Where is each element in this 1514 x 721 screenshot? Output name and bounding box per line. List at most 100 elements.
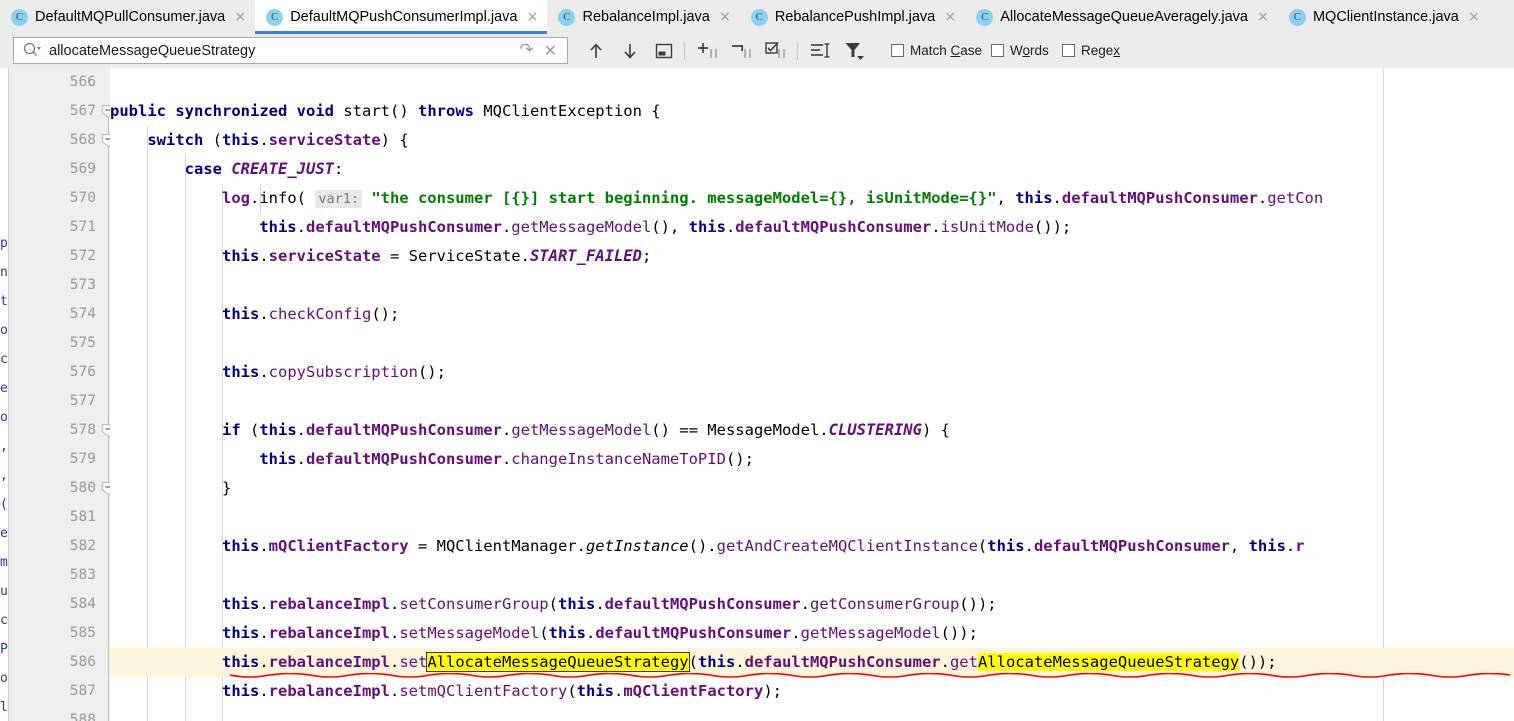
code-line[interactable] xyxy=(110,329,1514,358)
find-next-button[interactable] xyxy=(617,38,642,63)
code-line[interactable]: } xyxy=(110,474,1514,503)
close-icon[interactable]: × xyxy=(1257,10,1269,24)
regex-checkbox-box[interactable] xyxy=(1062,44,1075,57)
sliver-glyph: o xyxy=(0,323,8,338)
close-icon[interactable]: × xyxy=(944,10,956,24)
search-icon[interactable] xyxy=(22,41,41,60)
line-number: 588 xyxy=(69,712,96,721)
line-number: 573 xyxy=(69,277,96,293)
line-number: 586 xyxy=(69,654,96,670)
match-case-checkbox[interactable]: Match Case xyxy=(891,43,982,58)
editor-tab-5[interactable]: C AllocateMessageQueueAveragely.java × xyxy=(965,0,1278,34)
editor-tab-1[interactable]: C DefaultMQPullConsumer.java × xyxy=(0,0,255,34)
code-line-text: log.info( var1: "the consumer [{}] start… xyxy=(110,184,1323,214)
code-line[interactable] xyxy=(110,561,1514,590)
editor-gutter[interactable]: 566 567 568 569 570 571 572 573 574 575 576 577 578 5… xyxy=(9,68,116,721)
close-icon[interactable]: × xyxy=(234,10,246,24)
code-line[interactable]: this.defaultMQPushConsumer.getMessageMod… xyxy=(110,213,1514,242)
code-content[interactable]: public synchronized void start() throws … xyxy=(110,68,1514,721)
editor-tab-2[interactable]: C DefaultMQPushConsumerImpl.java × xyxy=(255,0,548,34)
check-lines-button[interactable] xyxy=(763,38,788,63)
code-token: . xyxy=(259,595,269,613)
code-line[interactable]: case CREATE_JUST: xyxy=(110,155,1514,184)
words-checkbox-box[interactable] xyxy=(991,44,1004,57)
code-token: . xyxy=(389,682,400,700)
search-input[interactable] xyxy=(43,38,520,63)
code-token: this xyxy=(221,595,260,613)
editor-tab-label: RebalanceImpl.java xyxy=(582,9,710,25)
select-all-occurrences-button[interactable] xyxy=(651,38,676,63)
code-line[interactable]: log.info( var1: "the consumer [{}] start… xyxy=(110,184,1514,213)
code-token: ()); xyxy=(1033,218,1072,236)
code-token: defaultMQPushConsumer xyxy=(744,653,941,671)
code-token: : xyxy=(333,160,344,178)
editor-tab-6[interactable]: C MQClientInstance.java × xyxy=(1278,0,1489,34)
code-token: ( xyxy=(212,131,222,149)
close-icon[interactable]: × xyxy=(526,10,539,24)
words-checkbox[interactable]: Words xyxy=(991,43,1049,58)
line-number: 571 xyxy=(69,219,96,235)
code-token: . xyxy=(1052,189,1062,207)
code-token: get xyxy=(949,653,978,671)
code-line[interactable]: if (this.defaultMQPushConsumer.getMessag… xyxy=(110,416,1514,445)
code-token: . xyxy=(249,189,260,207)
code-token: () == xyxy=(651,421,708,439)
clear-icon[interactable]: ✕ xyxy=(544,42,557,59)
code-token: this xyxy=(557,595,596,613)
code-editor[interactable]: p n t o c e o,,(e m u c Po l 566 567 568 569 570 571 572 5… xyxy=(0,68,1514,721)
close-icon[interactable]: × xyxy=(719,10,731,24)
tool-window-edge-sliver: p n t o c e o,,(e m u c Po l xyxy=(0,68,9,721)
editor-tab-4[interactable]: C RebalancePushImpl.java × xyxy=(740,0,965,34)
match-case-checkbox-box[interactable] xyxy=(891,44,904,57)
code-line-text: } xyxy=(110,474,231,503)
code-line[interactable]: this.checkConfig(); xyxy=(110,300,1514,329)
code-line[interactable]: this.rebalanceImpl.setMessageModel(this.… xyxy=(110,619,1514,648)
code-line[interactable]: this.mQClientFactory = MQClientManager.g… xyxy=(110,532,1514,561)
code-line[interactable]: public synchronized void start() throws … xyxy=(110,97,1514,126)
code-token: this xyxy=(221,305,260,323)
filter-button[interactable] xyxy=(842,38,867,63)
code-token: this xyxy=(259,218,297,236)
code-line-text: this.defaultMQPushConsumer.changeInstanc… xyxy=(110,445,754,474)
in-selection-button[interactable] xyxy=(808,38,833,63)
code-line[interactable] xyxy=(110,68,1514,97)
add-line-button[interactable] xyxy=(695,38,720,63)
code-line[interactable]: this.rebalanceImpl.setmQClientFactory(th… xyxy=(110,677,1514,706)
editor-tab-3[interactable]: C RebalanceImpl.java × xyxy=(547,0,739,34)
code-line[interactable] xyxy=(110,706,1514,721)
code-token: ( xyxy=(249,421,260,439)
code-token: setMessageModel xyxy=(399,624,540,642)
search-history-icon[interactable]: ↷ xyxy=(519,42,533,59)
sliver-glyph: P xyxy=(0,642,8,657)
line-number: 576 xyxy=(69,364,96,380)
code-token: getMessageModel xyxy=(800,624,941,642)
search-field[interactable]: ↷ ✕ xyxy=(13,37,568,64)
sliver-glyph: e xyxy=(0,526,8,541)
code-line[interactable] xyxy=(110,271,1514,300)
code-line[interactable]: this.defaultMQPushConsumer.changeInstanc… xyxy=(110,445,1514,474)
code-line-text: this.mQClientFactory = MQClientManager.g… xyxy=(110,532,1305,561)
regex-checkbox[interactable]: Regex xyxy=(1062,43,1124,58)
code-token: this xyxy=(221,537,260,555)
remove-line-button[interactable] xyxy=(729,38,754,63)
code-token: this xyxy=(576,682,614,700)
sliver-glyph: l xyxy=(0,700,8,715)
find-previous-button[interactable] xyxy=(583,38,608,63)
close-icon[interactable]: × xyxy=(1468,10,1480,24)
code-token: } xyxy=(110,479,232,497)
code-line[interactable]: this.rebalanceImpl.setConsumerGroup(this… xyxy=(110,590,1514,619)
code-token: ; xyxy=(641,247,652,265)
code-token: . xyxy=(520,247,530,265)
code-line[interactable] xyxy=(110,387,1514,416)
code-line[interactable]: this.serviceState = ServiceState.START_F… xyxy=(110,242,1514,271)
code-token: MQClientException xyxy=(483,102,642,120)
code-token: ServiceState xyxy=(408,247,521,265)
line-number: 579 xyxy=(69,451,96,467)
code-line[interactable]: switch (this.serviceState) { xyxy=(110,126,1514,155)
code-line[interactable] xyxy=(110,503,1514,532)
code-line[interactable]: this.copySubscription(); xyxy=(110,358,1514,387)
code-token: rebalanceImpl xyxy=(268,682,390,700)
code-token: . xyxy=(800,595,810,613)
